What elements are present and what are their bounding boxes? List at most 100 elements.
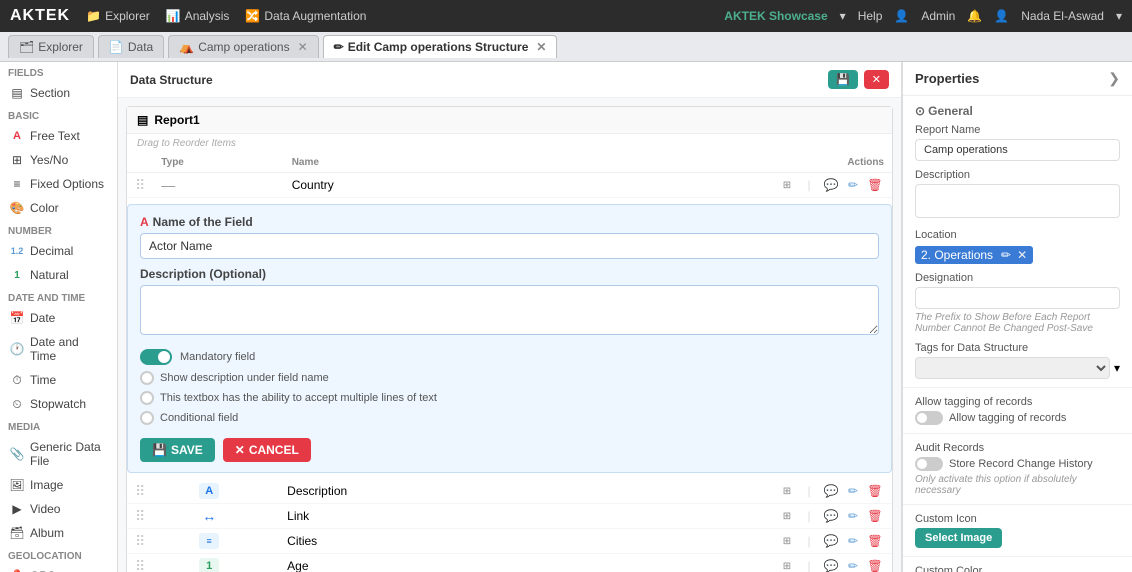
- rp-tags-select[interactable]: [915, 357, 1110, 379]
- drag-handle-icon[interactable]: ⠿: [135, 558, 145, 572]
- drag-handle-icon[interactable]: ⠿: [135, 177, 145, 193]
- sidebar-item-file[interactable]: 📎 Generic Data File: [0, 435, 117, 473]
- rp-report-name-input[interactable]: [915, 139, 1120, 161]
- field-table: Type Name Actions ⠿ — Country: [127, 153, 892, 198]
- bell-icon[interactable]: 🔔: [967, 9, 982, 23]
- tab-camp-operations[interactable]: ⛺ Camp operations ✕: [168, 35, 318, 58]
- required-marker: A: [140, 215, 149, 229]
- grid-action-icon[interactable]: ⊞: [778, 532, 796, 550]
- sidebar-item-datetime[interactable]: 🕐 Date and Time: [0, 330, 117, 368]
- edit-action-icon[interactable]: ✏: [844, 482, 862, 500]
- brand-name[interactable]: AKTEK Showcase: [724, 9, 827, 23]
- grid-action-icon[interactable]: ⊞: [778, 176, 796, 194]
- nav-explorer[interactable]: 📁 Explorer: [86, 9, 150, 23]
- drag-handle-icon[interactable]: ⠿: [135, 533, 145, 549]
- sidebar-item-color[interactable]: 🎨 Color: [0, 196, 117, 220]
- edit-action-icon[interactable]: ✏: [844, 176, 862, 194]
- sidebar-item-video[interactable]: ▶ Video: [0, 497, 117, 521]
- tab-edit-close[interactable]: ✕: [536, 40, 546, 54]
- select-image-button[interactable]: Select Image: [915, 528, 1002, 548]
- ds-save-button[interactable]: 💾: [828, 70, 858, 89]
- report-header: ▤ Report1: [127, 107, 892, 134]
- tab-edit-icon: ✏: [334, 40, 344, 54]
- grid-action-icon[interactable]: ⊞: [778, 482, 796, 500]
- sidebar-item-fixed[interactable]: ≡ Fixed Options: [0, 172, 117, 196]
- rp-description-textarea[interactable]: [915, 184, 1120, 218]
- user-chevron[interactable]: ▾: [1116, 9, 1122, 23]
- col-name: Name: [284, 153, 480, 173]
- decimal-icon: 1.2: [10, 244, 24, 258]
- comment-action-icon[interactable]: 💬: [822, 557, 840, 572]
- rp-tags-label: Tags for Data Structure: [915, 342, 1120, 354]
- audit-toggle[interactable]: [915, 457, 943, 471]
- type-badge: ↔: [199, 508, 219, 524]
- edit-action-icon[interactable]: ✏: [844, 557, 862, 572]
- sidebar-item-time[interactable]: ⏱ Time: [0, 368, 117, 392]
- mandatory-label: Mandatory field: [180, 351, 255, 363]
- delete-action-icon[interactable]: 🗑: [866, 507, 884, 525]
- nav-analysis[interactable]: 📊 Analysis: [166, 9, 230, 23]
- delete-action-icon[interactable]: 🗑: [866, 532, 884, 550]
- grid-action-icon[interactable]: ⊞: [778, 507, 796, 525]
- sidebar-item-freetext[interactable]: A Free Text: [0, 124, 117, 148]
- comment-action-icon[interactable]: 💬: [822, 176, 840, 194]
- fields-header: Fields: [0, 62, 117, 81]
- nav-data-augmentation[interactable]: 🔀 Data Augmentation: [245, 9, 366, 23]
- admin-label[interactable]: Admin: [921, 9, 955, 23]
- rp-custom-icon-section: Custom Icon Select Image: [903, 505, 1132, 557]
- delete-action-icon[interactable]: 🗑: [866, 482, 884, 500]
- sidebar-item-stopwatch[interactable]: ⏲ Stopwatch: [0, 392, 117, 416]
- field-name-input[interactable]: [140, 233, 879, 259]
- comment-action-icon[interactable]: 💬: [822, 482, 840, 500]
- augment-icon: 🔀: [245, 9, 260, 23]
- prefix-note: The Prefix to Show Before Each Report Nu…: [915, 312, 1120, 334]
- edit-action-icon[interactable]: ✏: [844, 532, 862, 550]
- delete-action-icon[interactable]: 🗑: [866, 176, 884, 194]
- sidebar-item-album[interactable]: 🗃 Album: [0, 521, 117, 545]
- save-icon: 💾: [152, 443, 167, 457]
- radio-conditional: Conditional field: [140, 408, 879, 428]
- sidebar-item-section[interactable]: ▤ Section: [0, 81, 117, 105]
- allow-tagging-toggle[interactable]: [915, 411, 943, 425]
- sidebar-item-natural[interactable]: 1 Natural: [0, 263, 117, 287]
- tab-camp-icon: ⛺: [179, 40, 194, 54]
- conditional-radio[interactable]: [140, 411, 154, 425]
- rp-designation-input[interactable]: [915, 287, 1120, 309]
- drag-handle-icon[interactable]: ⠿: [135, 508, 145, 524]
- chevron-down-icon: ▾: [840, 9, 846, 23]
- sidebar-item-yesno[interactable]: ⊞ Yes/No: [0, 148, 117, 172]
- multiline-radio[interactable]: [140, 391, 154, 405]
- grid-action-icon[interactable]: ⊞: [778, 557, 796, 572]
- comment-action-icon[interactable]: 💬: [822, 532, 840, 550]
- table-row: ⠿ 1 Age ⊞ | 💬 ✏ 🗑: [127, 554, 892, 572]
- comment-action-icon[interactable]: 💬: [822, 507, 840, 525]
- sidebar-item-image[interactable]: 🖼 Image: [0, 473, 117, 497]
- show-desc-radio[interactable]: [140, 371, 154, 385]
- mandatory-toggle[interactable]: [140, 349, 172, 365]
- time-icon: ⏱: [10, 373, 24, 387]
- location-remove-icon[interactable]: ✕: [1017, 248, 1027, 262]
- cancel-button[interactable]: ✕ CANCEL: [223, 438, 311, 462]
- help-link[interactable]: Help: [858, 9, 883, 23]
- custom-icon-label: Custom Icon: [915, 513, 1120, 525]
- sidebar-item-decimal[interactable]: 1.2 Decimal: [0, 239, 117, 263]
- sidebar-item-date[interactable]: 📅 Date: [0, 306, 117, 330]
- ds-close-button[interactable]: ✕: [864, 70, 889, 89]
- location-edit-icon[interactable]: ✏: [1001, 248, 1011, 262]
- datetime-header: Date and Time: [0, 287, 117, 306]
- description-textarea[interactable]: [140, 285, 879, 335]
- audit-sublabel: Store Record Change History: [949, 458, 1093, 470]
- delete-action-icon[interactable]: 🗑: [866, 557, 884, 572]
- tab-camp-close[interactable]: ✕: [298, 40, 308, 54]
- tab-edit-structure[interactable]: ✏ Edit Camp operations Structure ✕: [323, 35, 558, 58]
- report-expand-icon[interactable]: ▤: [137, 113, 148, 127]
- sidebar-item-gps[interactable]: 📍 GPS: [0, 564, 117, 572]
- tab-data[interactable]: 📄 Data: [98, 35, 164, 58]
- edit-action-icon[interactable]: ✏: [844, 507, 862, 525]
- collapse-icon[interactable]: ❯: [1108, 70, 1120, 87]
- save-button[interactable]: 💾 SAVE: [140, 438, 215, 462]
- rp-audit-section: Audit Records Store Record Change Histor…: [903, 434, 1132, 505]
- table-row: ⠿ ↔ Link ⊞ | 💬 ✏ 🗑: [127, 504, 892, 529]
- tab-explorer[interactable]: 🗂 Explorer: [8, 35, 94, 58]
- drag-handle-icon[interactable]: ⠿: [135, 483, 145, 499]
